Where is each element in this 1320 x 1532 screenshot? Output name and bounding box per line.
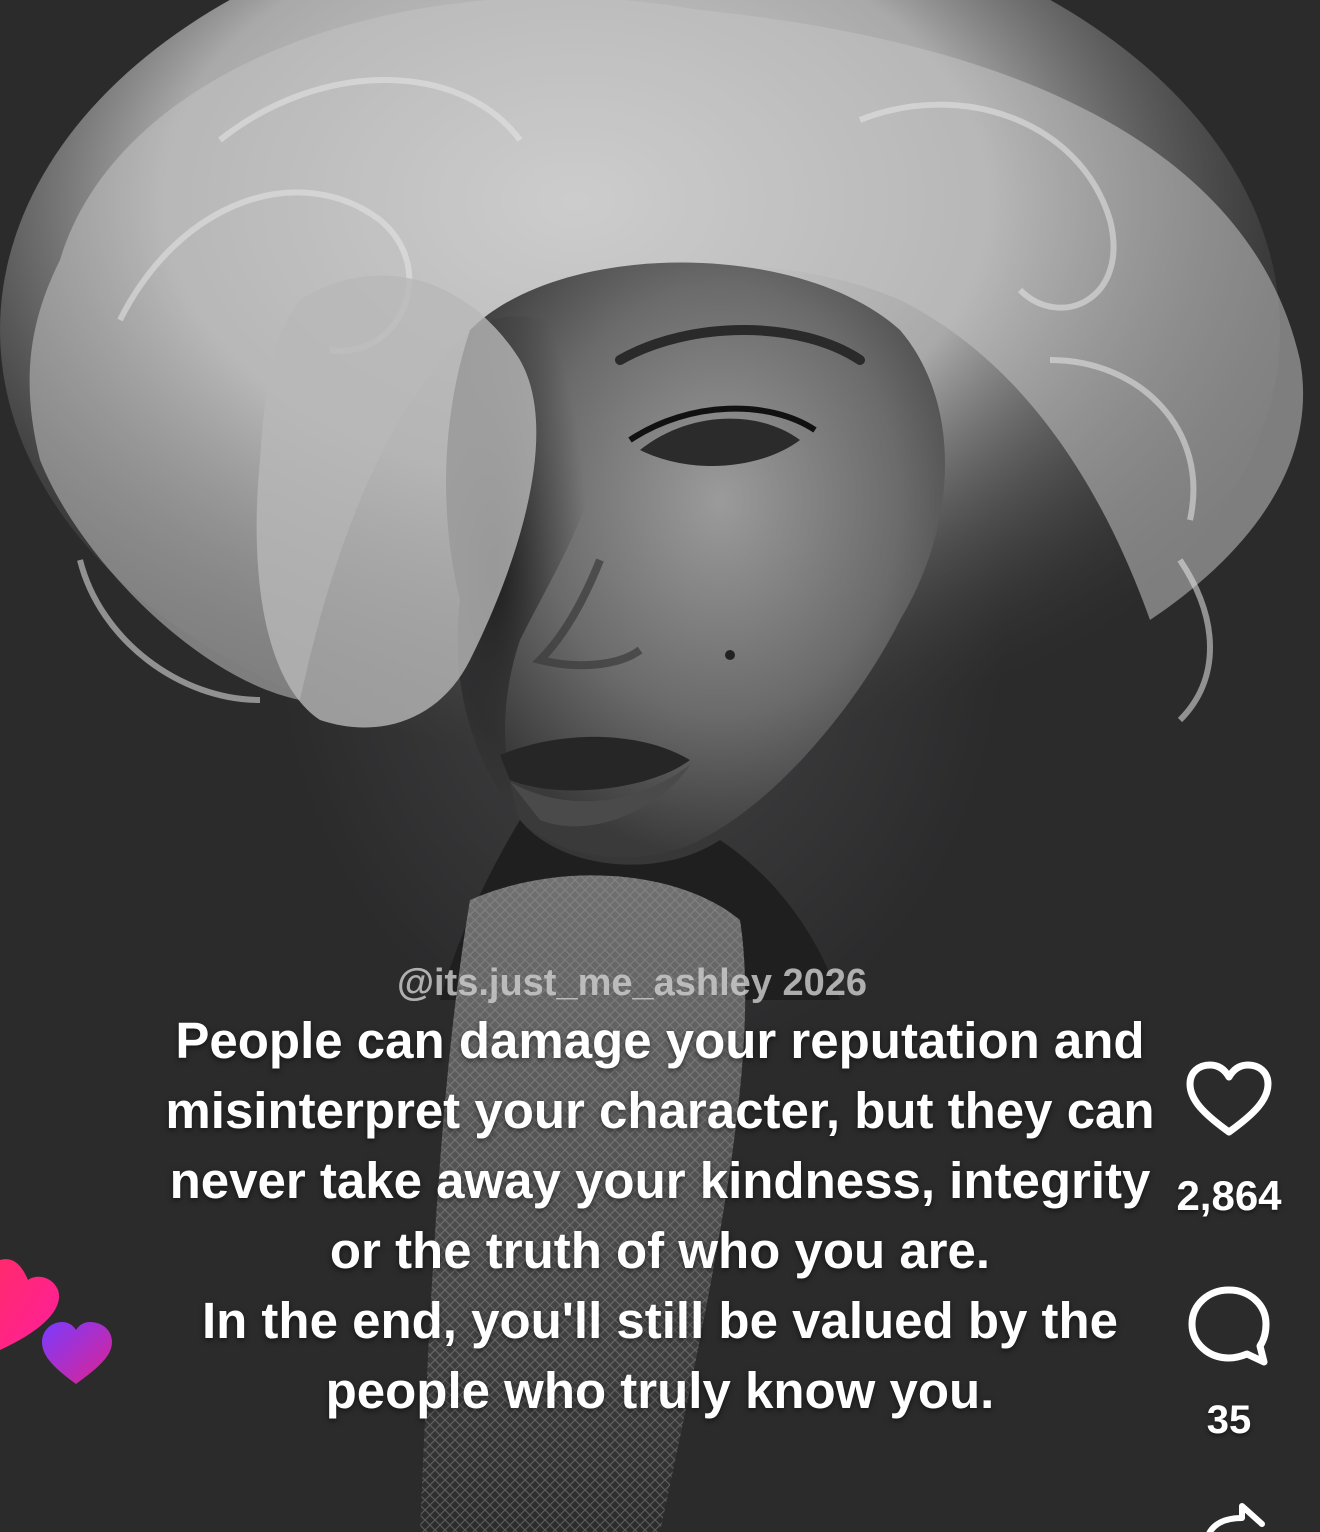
watermark-handle: @its.just_me_ashley 2026: [396, 962, 868, 1004]
caption-line: never take away your kindness, integrity: [169, 1152, 1151, 1209]
like-count: 2,864: [1176, 1172, 1282, 1219]
floating-hearts-icon: [0, 1259, 112, 1384]
comment-count: 35: [1206, 1398, 1252, 1442]
caption-line: or the truth of who you are.: [329, 1222, 991, 1279]
caption-line: People can damage your reputation and: [175, 1012, 1145, 1069]
post-caption: People can damage your reputation and mi…: [150, 1006, 1170, 1426]
video-post[interactable]: @its.just_me_ashley 2026 People can dama…: [0, 0, 1320, 1532]
speech-bubble-icon[interactable]: [1186, 1284, 1272, 1370]
caption-line: people who truly know you.: [325, 1362, 995, 1419]
action-rail: 2,864 35: [1158, 1060, 1300, 1532]
caption-line: misinterpret your character, but they ca…: [165, 1082, 1155, 1139]
caption-line: In the end, you'll still be valued by th…: [201, 1292, 1119, 1349]
heart-outline-icon[interactable]: [1184, 1060, 1274, 1140]
share-arrow-icon[interactable]: [1198, 1496, 1268, 1532]
